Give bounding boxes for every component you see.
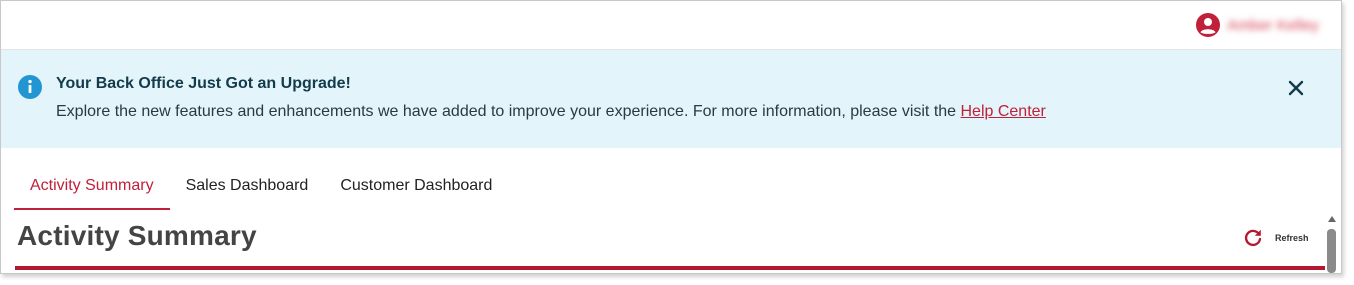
app-window: Amber Kelley Your Back Office Just Got a… xyxy=(0,0,1342,274)
banner-message-text: Explore the new features and enhancement… xyxy=(56,103,961,120)
help-center-link[interactable]: Help Center xyxy=(961,103,1046,120)
scroll-up-arrow-icon[interactable] xyxy=(1328,216,1336,222)
info-icon xyxy=(18,75,42,99)
refresh-button[interactable]: Refresh xyxy=(1243,228,1309,248)
title-divider xyxy=(15,266,1325,270)
scrollbar-thumb[interactable] xyxy=(1327,229,1336,273)
banner-message: Explore the new features and enhancement… xyxy=(56,103,1046,121)
user-name[interactable]: Amber Kelley xyxy=(1227,17,1319,34)
refresh-label[interactable]: Refresh xyxy=(1275,233,1309,243)
upgrade-banner: Your Back Office Just Got an Upgrade! Ex… xyxy=(1,50,1341,148)
top-bar: Amber Kelley xyxy=(1,1,1341,50)
user-menu[interactable]: Amber Kelley xyxy=(1196,13,1319,37)
refresh-icon[interactable] xyxy=(1243,228,1263,248)
banner-title: Your Back Office Just Got an Upgrade! xyxy=(56,75,351,92)
tab-customer-dashboard[interactable]: Customer Dashboard xyxy=(324,163,508,208)
page-title: Activity Summary xyxy=(17,220,257,251)
tab-sales-dashboard[interactable]: Sales Dashboard xyxy=(170,163,325,208)
tab-bar: Activity Summary Sales Dashboard Custome… xyxy=(14,163,508,210)
tab-activity-summary[interactable]: Activity Summary xyxy=(14,163,170,210)
close-icon[interactable] xyxy=(1285,77,1307,99)
user-avatar-icon[interactable] xyxy=(1196,13,1221,37)
